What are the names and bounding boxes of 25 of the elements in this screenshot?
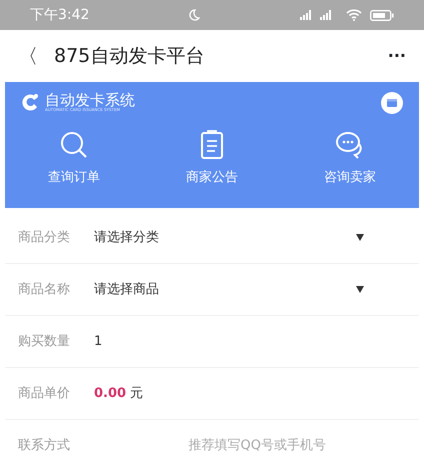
- quantity-field[interactable]: 1: [94, 332, 406, 352]
- price-unit: 元: [130, 384, 144, 403]
- field-label: 商品单价: [18, 384, 71, 403]
- field-label: 商品名称: [18, 280, 71, 299]
- back-button[interactable]: 〈: [18, 41, 38, 71]
- field-label: 联系方式: [18, 436, 71, 455]
- search-icon: [59, 130, 89, 160]
- logo-icon: [21, 92, 41, 112]
- dropdown-icon[interactable]: [356, 234, 364, 241]
- more-button[interactable]: ···: [388, 44, 406, 68]
- price-value: 0.00: [94, 384, 126, 403]
- page-title: 875自动发卡平台: [54, 44, 206, 69]
- dropdown-icon[interactable]: [356, 286, 364, 293]
- logo-text: 自动发卡系统: [45, 92, 135, 108]
- field-label: 商品分类: [18, 228, 71, 247]
- moon-icon: [189, 9, 200, 21]
- contact-field[interactable]: 推荐填写QQ号或手机号: [94, 436, 326, 456]
- select-field[interactable]: 请选择分类: [94, 228, 356, 248]
- wifi-icon: [346, 9, 362, 21]
- select-field[interactable]: 请选择商品: [94, 280, 356, 300]
- battery-icon: [370, 10, 394, 20]
- field-label: 购买数量: [18, 332, 71, 351]
- status-time: 下午3:42: [30, 6, 90, 24]
- store-icon[interactable]: [381, 92, 403, 114]
- clipboard-icon: [199, 130, 225, 160]
